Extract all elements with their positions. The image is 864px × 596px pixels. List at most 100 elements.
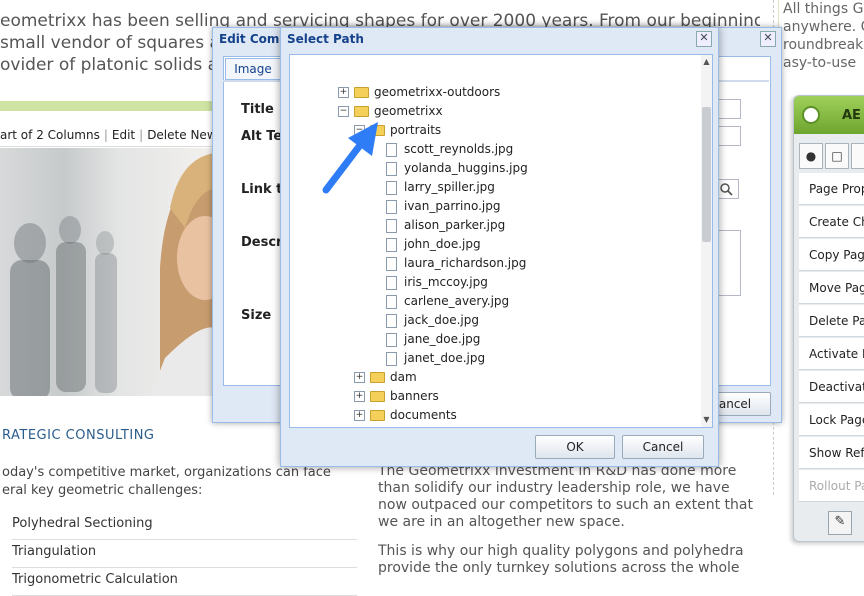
close-icon[interactable]: ✕	[760, 31, 776, 47]
edit-link[interactable]: Edit	[112, 128, 135, 142]
tree-file-node[interactable]: john_doe.jpg	[386, 235, 481, 254]
list-item: Triangulation	[12, 540, 357, 568]
tree-folder-node[interactable]: + documents	[354, 406, 457, 425]
tree-folder-node[interactable]: + banners	[354, 387, 439, 406]
tree-file-node[interactable]: iris_mccoy.jpg	[386, 273, 488, 292]
tree-folder-node[interactable]: + geometrixx-outdoors	[338, 83, 500, 102]
dialog-title: Select Path	[287, 32, 364, 46]
sidekick-item[interactable]: Create Chil	[799, 206, 864, 238]
file-icon	[386, 275, 397, 290]
column-edit-toolbar: art of 2 Columns | Edit | Delete New...	[0, 124, 227, 147]
collapse-icon[interactable]: −	[338, 106, 349, 117]
tree-file-node[interactable]: alison_parker.jpg	[386, 216, 505, 235]
tree-node-label[interactable]: geometrixx-outdoors	[374, 85, 500, 99]
sidekick-item: Rollout Pa	[799, 470, 864, 502]
folder-icon	[370, 391, 385, 402]
tree-node-label[interactable]: geometrixx	[374, 104, 443, 118]
file-icon	[386, 199, 397, 214]
sidekick-item[interactable]: Move Page	[799, 272, 864, 304]
sidekick-item[interactable]: Activate Pa	[799, 338, 864, 370]
select-path-dialog: Select Path ✕ + geometrixx-outdoors − geome…	[280, 27, 719, 467]
expand-icon[interactable]: +	[354, 372, 365, 383]
challenge-list: Polyhedral Sectioning Triangulation Trig…	[12, 512, 357, 596]
tree-node-label[interactable]: iris_mccoy.jpg	[404, 275, 488, 289]
pencil-edit-icon[interactable]: ✎	[828, 511, 852, 535]
middle-paragraph-2: This is why our high quality polygons an…	[378, 543, 744, 576]
file-icon	[386, 294, 397, 309]
file-icon	[386, 218, 397, 233]
cq-logo-icon	[802, 106, 820, 124]
tab-3-icon[interactable]	[851, 143, 864, 169]
delete-link[interactable]: Delete	[147, 128, 186, 142]
tree-node-label[interactable]: john_doe.jpg	[404, 237, 481, 251]
scrollbar-thumb[interactable]	[702, 107, 711, 242]
section-title: RATEGIC CONSULTING	[2, 428, 155, 443]
scroll-up-icon[interactable]: ▲	[702, 57, 711, 66]
alt-text-label: Alt Te	[241, 129, 283, 144]
tree-file-node[interactable]: laura_richardson.jpg	[386, 254, 526, 273]
folder-icon	[370, 372, 385, 383]
ok-button[interactable]: OK	[535, 435, 615, 459]
folder-icon	[370, 410, 385, 421]
middle-paragraph: The Geometrixx investment in R&D has don…	[378, 463, 753, 530]
tree-node-label[interactable]: icons	[390, 427, 421, 428]
tree-file-node[interactable]: scott_reynolds.jpg	[386, 140, 513, 159]
page-tab-icon[interactable]: □	[825, 143, 849, 169]
components-tab-icon[interactable]: ●	[799, 143, 823, 169]
tree-file-node[interactable]: carlene_avery.jpg	[386, 292, 509, 311]
expand-icon[interactable]: +	[354, 391, 365, 402]
right-line: anywhere. Ou	[783, 19, 864, 35]
tree-node-label[interactable]: ivan_parrino.jpg	[404, 199, 500, 213]
file-icon	[386, 351, 397, 366]
tree-node-label[interactable]: janet_doe.jpg	[404, 351, 485, 365]
tree-node-label[interactable]: laura_richardson.jpg	[404, 256, 526, 270]
tree-node-label[interactable]: alison_parker.jpg	[404, 218, 505, 232]
tree-node-label[interactable]: larry_spiller.jpg	[404, 180, 495, 194]
tree-node-label[interactable]: dam	[390, 370, 417, 384]
tree-file-node[interactable]: yolanda_huggins.jpg	[386, 159, 528, 178]
hero-image	[0, 148, 215, 396]
tree-file-node[interactable]: janet_doe.jpg	[386, 349, 485, 368]
tree-node-label[interactable]: jane_doe.jpg	[404, 332, 480, 346]
tree-node-label[interactable]: scott_reynolds.jpg	[404, 142, 513, 156]
sidekick-item[interactable]: Deactivate	[799, 371, 864, 403]
vertical-scrollbar[interactable]: ▲ ▼	[701, 55, 712, 427]
tree-file-node[interactable]: jane_doe.jpg	[386, 330, 480, 349]
expand-icon[interactable]: +	[338, 87, 349, 98]
right-column-text: All things Ge anywhere. Ou roundbreak as…	[778, 0, 864, 72]
right-line: roundbreak	[783, 37, 864, 53]
tab-image[interactable]: Image	[225, 58, 281, 80]
column-part-label: art of 2 Columns	[0, 128, 100, 142]
sidekick-item[interactable]: Page Prope	[799, 173, 864, 205]
sidekick-item[interactable]: Lock Page	[799, 404, 864, 436]
tree-node-label[interactable]: carlene_avery.jpg	[404, 294, 509, 308]
file-icon	[386, 313, 397, 328]
sidekick-item[interactable]: Delete Pag	[799, 305, 864, 337]
cancel-button[interactable]: Cancel	[622, 435, 704, 459]
sidekick-item[interactable]: Copy Page	[799, 239, 864, 271]
expand-icon[interactable]: +	[354, 410, 365, 421]
folder-icon	[354, 87, 369, 98]
tree-folder-node[interactable]: +icons	[354, 425, 421, 428]
scroll-down-icon[interactable]: ▼	[702, 415, 711, 424]
tree-node-label[interactable]: banners	[390, 389, 439, 403]
link-label: Link t	[241, 182, 283, 197]
tree-file-node[interactable]: larry_spiller.jpg	[386, 178, 495, 197]
tree-node-label[interactable]: portraits	[390, 123, 441, 137]
file-icon	[386, 332, 397, 347]
tree-node-label[interactable]: jack_doe.jpg	[404, 313, 479, 327]
tree-file-node[interactable]: jack_doe.jpg	[386, 311, 479, 330]
tree-node-label[interactable]: yolanda_huggins.jpg	[404, 161, 528, 175]
right-line: All things Ge	[783, 1, 864, 17]
sidekick-header[interactable]: AE	[794, 96, 864, 134]
file-icon	[386, 256, 397, 271]
left-paragraph: oday's competitive market, organizations…	[2, 465, 331, 498]
tree-node-label[interactable]: documents	[390, 408, 457, 422]
hero-photo	[10, 153, 215, 396]
tree-folder-node[interactable]: + dam	[354, 368, 417, 387]
sidekick-item[interactable]: Show Refe	[799, 437, 864, 469]
tree-file-node[interactable]: ivan_parrino.jpg	[386, 197, 500, 216]
sidekick-title: AE	[842, 108, 861, 123]
close-icon[interactable]: ✕	[696, 31, 712, 47]
right-line: asy-to-use	[783, 55, 857, 71]
